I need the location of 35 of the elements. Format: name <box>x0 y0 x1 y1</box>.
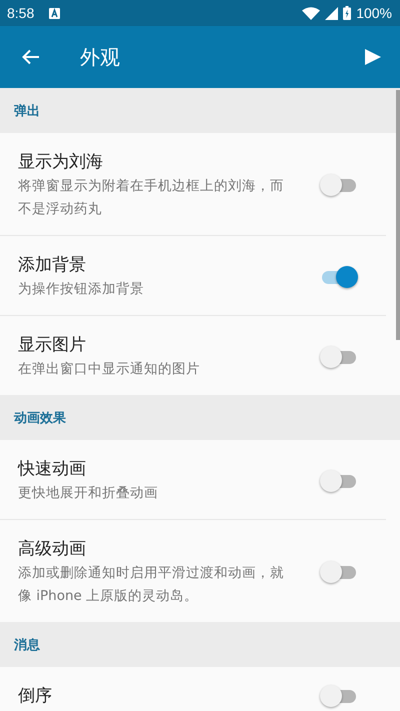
setting-row[interactable]: 显示图片 在弹出窗口中显示通知的图片 <box>0 316 386 395</box>
toggle-switch[interactable] <box>320 266 356 288</box>
setting-description: 添加或删除通知时启用平滑过渡和动画，就像 iPhone 上原版的灵动岛。 <box>18 564 285 606</box>
setting-title: 快速动画 <box>18 458 87 481</box>
setting-row[interactable]: 倒序 <box>0 667 386 711</box>
setting-row[interactable]: 高级动画 添加或删除通知时启用平滑过渡和动画，就像 iPhone 上原版的灵动岛。 <box>0 520 386 622</box>
screen-title: 外观 <box>80 44 120 70</box>
setting-description: 将弹窗显示为附着在手机边框上的刘海，而不是浮动药丸 <box>18 177 285 219</box>
back-icon[interactable] <box>22 49 40 65</box>
toggle-switch[interactable] <box>320 346 356 368</box>
setting-row[interactable]: 快速动画 更快地展开和折叠动画 <box>0 440 386 520</box>
setting-row[interactable]: 显示为刘海 将弹窗显示为附着在手机边框上的刘海，而不是浮动药丸 <box>0 133 386 236</box>
play-icon[interactable] <box>364 48 382 66</box>
setting-title: 显示为刘海 <box>18 151 104 174</box>
toggle-switch[interactable] <box>320 561 356 583</box>
notification-icon <box>49 8 60 18</box>
toggle-switch[interactable] <box>320 470 356 492</box>
battery-level: 100% <box>356 5 392 21</box>
battery-icon <box>343 6 352 20</box>
setting-row[interactable]: 添加背景 为操作按钮添加背景 <box>0 236 386 316</box>
status-time: 8:58 <box>7 5 34 21</box>
setting-title: 添加背景 <box>18 254 87 277</box>
setting-description: 为操作按钮添加背景 <box>18 280 145 299</box>
setting-description: 更快地展开和折叠动画 <box>18 484 159 503</box>
setting-title: 显示图片 <box>18 334 87 357</box>
setting-title: 倒序 <box>18 685 53 708</box>
signal-icon <box>325 6 338 20</box>
wifi-icon <box>302 6 320 20</box>
setting-description: 在弹出窗口中显示通知的图片 <box>18 360 201 379</box>
section-title: 动画效果 <box>14 410 66 426</box>
setting-title: 高级动画 <box>18 538 87 561</box>
section-title: 消息 <box>14 636 40 654</box>
toggle-switch[interactable] <box>320 685 356 707</box>
section-title: 弹出 <box>14 102 40 120</box>
toggle-switch[interactable] <box>320 174 356 196</box>
